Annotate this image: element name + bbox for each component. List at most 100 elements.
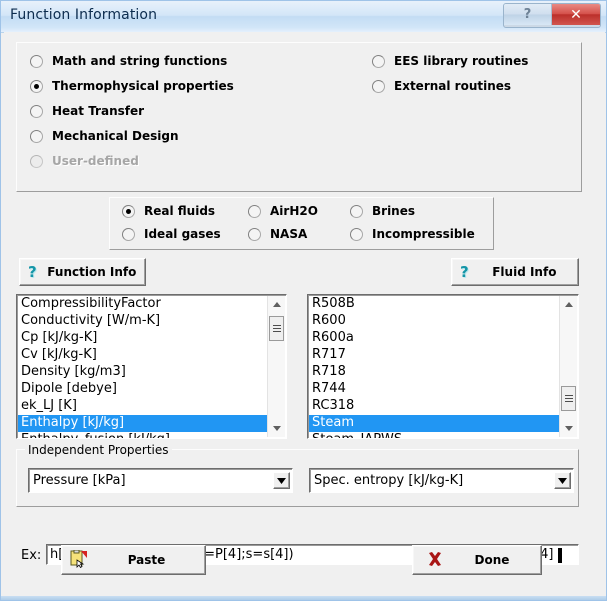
radio-mark-icon: [122, 227, 135, 241]
independent-properties-group: Independent Properties Pressure [kPa] Sp…: [16, 443, 579, 507]
radio-mark-icon: [350, 204, 363, 218]
independent-property-2-value: Spec. entropy [kJ/kg-K]: [314, 473, 464, 488]
fluid-info-button[interactable]: ? Fluid Info: [451, 258, 579, 286]
independent-properties-legend: Independent Properties: [25, 443, 172, 457]
done-button-label: Done: [474, 553, 510, 567]
title-bar[interactable]: Function Information ? ✕: [1, 1, 606, 33]
scroll-up-icon[interactable]: [560, 296, 577, 313]
paste-button-label: Paste: [127, 553, 166, 567]
grip-icon: [564, 395, 573, 402]
paste-icon: [70, 549, 88, 571]
fluid-list-items: R508BR600R600aR717R718R744RC318SteamStea…: [309, 296, 560, 438]
radio-label: Heat Transfer: [52, 104, 145, 118]
scroll-up-icon[interactable]: [268, 296, 285, 313]
fluid-listbox[interactable]: R508BR600R600aR717R718R744RC318SteamStea…: [307, 294, 579, 439]
chevron-down-glyph: [277, 477, 286, 484]
radio-mark-icon: [30, 54, 43, 68]
radio-mark-icon: [248, 227, 261, 241]
list-item[interactable]: RC318: [309, 398, 560, 415]
question-icon: ?: [28, 263, 37, 281]
fluid-list-scrollbar[interactable]: [559, 296, 577, 437]
radio-mark-icon: [372, 54, 385, 68]
function-list-items: CompressibilityFactor Conductivity [W/m-K…: [18, 296, 268, 438]
list-item[interactable]: Steam_IAPWS: [309, 432, 560, 438]
radio-mark-icon: [248, 204, 261, 218]
fluid-kind-group: Real fluids AirH2O Brines Ideal gases NA…: [109, 197, 494, 250]
independent-property-1-dropdown[interactable]: Pressure [kPa]: [28, 468, 293, 493]
list-item[interactable]: R717: [309, 347, 560, 364]
window-title: Function Information: [10, 7, 158, 23]
list-item[interactable]: Cv [kJ/kg-K]: [18, 347, 268, 364]
list-item[interactable]: Density [kg/m3]: [18, 364, 268, 381]
radio-label: NASA: [270, 227, 308, 241]
list-item[interactable]: R600a: [309, 330, 560, 347]
radio-label: Brines: [372, 204, 416, 218]
radio-mark-icon: [30, 129, 43, 143]
chevron-down-icon[interactable]: [273, 472, 290, 489]
function-listbox[interactable]: CompressibilityFactor Conductivity [W/m-K…: [16, 294, 287, 439]
radio-mark-icon: [30, 104, 43, 118]
independent-property-2-dropdown[interactable]: Spec. entropy [kJ/kg-K]: [309, 468, 574, 493]
radio-incompressible[interactable]: Incompressible: [350, 227, 475, 241]
radio-external-routines[interactable]: External routines: [372, 79, 511, 93]
independent-property-1-value: Pressure [kPa]: [33, 473, 126, 488]
radio-thermophysical-properties[interactable]: Thermophysical properties: [30, 79, 234, 93]
list-item[interactable]: Cp [kJ/kg-K]: [18, 330, 268, 347]
scrollbar-thumb[interactable]: [269, 316, 284, 341]
chevron-down-glyph: [558, 477, 567, 484]
list-item[interactable]: R600: [309, 313, 560, 330]
list-item[interactable]: Enthalpy_fusion [kJ/kg]: [18, 432, 268, 438]
help-icon[interactable]: ?: [504, 4, 552, 25]
function-category-group: Math and string functions Thermophysical…: [16, 42, 582, 192]
radio-nasa[interactable]: NASA: [248, 227, 307, 241]
radio-ees-library-routines[interactable]: EES library routines: [372, 54, 528, 68]
close-icon[interactable]: ✕: [552, 4, 600, 25]
fluid-info-button-label: Fluid Info: [492, 265, 557, 279]
radio-label: Math and string functions: [52, 54, 228, 68]
grip-icon: [272, 325, 281, 332]
example-label: Ex:: [21, 548, 42, 563]
function-information-dialog: Function Information ? ✕ Math and string…: [0, 0, 607, 601]
list-item[interactable]: R718: [309, 364, 560, 381]
radio-label: Thermophysical properties: [52, 79, 234, 93]
radio-label: Ideal gases: [144, 227, 221, 241]
window-button-group: ? ✕: [503, 3, 601, 28]
done-button[interactable]: Done: [412, 545, 542, 575]
text-caret: [558, 548, 562, 563]
radio-label: External routines: [394, 79, 512, 93]
radio-label: Mechanical Design: [52, 129, 179, 143]
dialog-client-area: Math and string functions Thermophysical…: [4, 32, 605, 598]
radio-real-fluids[interactable]: Real fluids: [122, 204, 215, 218]
radio-mark-icon: [30, 154, 43, 168]
list-item[interactable]: R508B: [309, 296, 560, 313]
radio-heat-transfer[interactable]: Heat Transfer: [30, 104, 144, 118]
paste-button[interactable]: Paste: [61, 545, 206, 575]
close-x-icon: [427, 551, 443, 570]
radio-user-defined: User-defined: [30, 154, 139, 168]
radio-brines[interactable]: Brines: [350, 204, 415, 218]
list-item[interactable]: R744: [309, 381, 560, 398]
radio-math-and-string-functions[interactable]: Math and string functions: [30, 54, 227, 68]
radio-mark-icon: [350, 227, 363, 241]
list-item[interactable]: Dipole [debye]: [18, 381, 268, 398]
function-info-button-label: Function Info: [47, 265, 137, 279]
question-icon: ?: [460, 263, 469, 281]
scroll-down-icon[interactable]: [268, 420, 285, 437]
radio-mechanical-design[interactable]: Mechanical Design: [30, 129, 178, 143]
radio-mark-icon: [122, 204, 135, 218]
chevron-down-icon[interactable]: [554, 472, 571, 489]
function-info-button[interactable]: ? Function Info: [19, 258, 146, 286]
list-item[interactable]: CompressibilityFactor: [18, 296, 268, 313]
radio-ideal-gases[interactable]: Ideal gases: [122, 227, 221, 241]
list-item[interactable]: Enthalpy [kJ/kg]: [18, 415, 268, 432]
radio-label: Incompressible: [372, 227, 475, 241]
list-item[interactable]: ek_LJ [K]: [18, 398, 268, 415]
scrollbar-thumb[interactable]: [561, 386, 576, 411]
function-list-scrollbar[interactable]: [267, 296, 285, 437]
list-item[interactable]: Conductivity [W/m-K]: [18, 313, 268, 330]
radio-airh2o[interactable]: AirH2O: [248, 204, 318, 218]
radio-mark-icon: [372, 79, 385, 93]
list-item[interactable]: Steam: [309, 415, 560, 432]
radio-label: Real fluids: [144, 204, 216, 218]
scroll-down-icon[interactable]: [560, 420, 577, 437]
